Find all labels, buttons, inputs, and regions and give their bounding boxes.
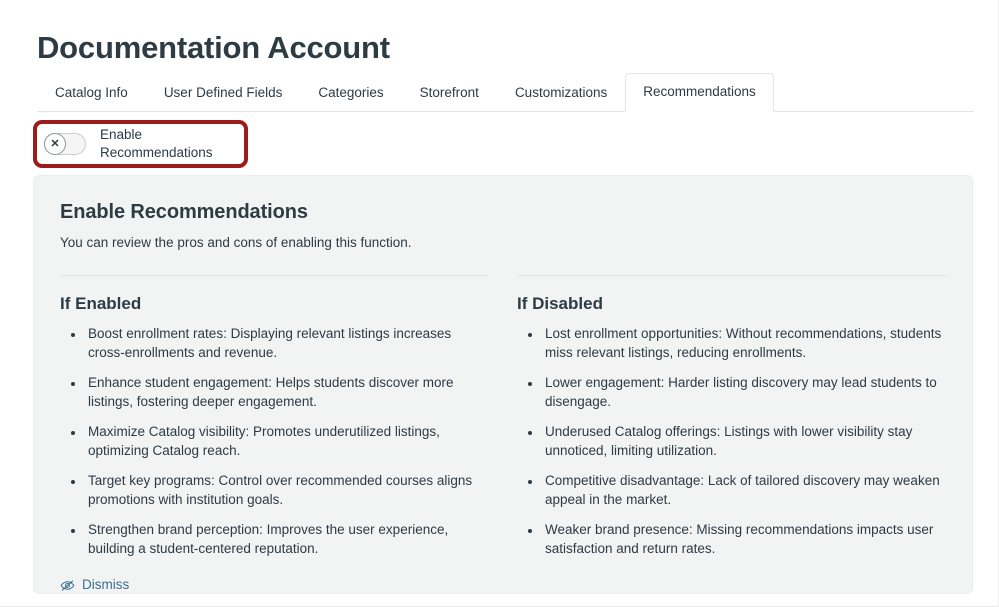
list-item: Underused Catalog offerings: Listings wi… <box>542 422 946 460</box>
toggle-knob-x-icon: ✕ <box>44 133 66 155</box>
page-root: Documentation Account Catalog InfoUser D… <box>0 0 999 607</box>
recommendations-info-card: Enable Recommendations You can review th… <box>33 175 973 594</box>
list-item: Enhance student engagement: Helps studen… <box>85 373 489 411</box>
card-subtitle: You can review the pros and cons of enab… <box>60 234 946 252</box>
tab-bar: Catalog InfoUser Defined FieldsCategorie… <box>37 75 974 112</box>
list-item: Weaker brand presence: Missing recommend… <box>542 520 946 558</box>
if-disabled-list: Lost enrollment opportunities: Without r… <box>517 324 946 558</box>
enable-recommendations-switch[interactable]: ✕ <box>44 133 86 155</box>
list-item: Lost enrollment opportunities: Without r… <box>542 324 946 362</box>
list-item: Target key programs: Control over recomm… <box>85 471 489 509</box>
tab-recommendations[interactable]: Recommendations <box>625 73 774 112</box>
dismiss-link[interactable]: Dismiss <box>60 576 129 594</box>
list-item: Strengthen brand perception: Improves th… <box>85 520 489 558</box>
enable-recommendations-toggle-row[interactable]: ✕ Enable Recommendations <box>37 124 244 164</box>
tab-storefront[interactable]: Storefront <box>402 75 497 112</box>
if-enabled-heading: If Enabled <box>60 293 489 315</box>
tab-catalog-info[interactable]: Catalog Info <box>37 75 146 112</box>
card-title: Enable Recommendations <box>60 199 946 225</box>
list-item: Competitive disadvantage: Lack of tailor… <box>542 471 946 509</box>
if-disabled-column: If Disabled Lost enrollment opportunitie… <box>517 275 946 597</box>
tab-user-defined-fields[interactable]: User Defined Fields <box>146 75 301 112</box>
if-enabled-list: Boost enrollment rates: Displaying relev… <box>60 324 489 558</box>
if-enabled-column: If Enabled Boost enrollment rates: Displ… <box>60 275 489 597</box>
page-title: Documentation Account <box>37 27 390 69</box>
list-item: Maximize Catalog visibility: Promotes un… <box>85 422 489 460</box>
tab-customizations[interactable]: Customizations <box>497 75 625 112</box>
dismiss-label: Dismiss <box>82 576 129 594</box>
enable-recommendations-label: Enable Recommendations <box>100 126 244 162</box>
pros-cons-columns: If Enabled Boost enrollment rates: Displ… <box>60 275 946 597</box>
enable-recommendations-highlight: ✕ Enable Recommendations <box>33 120 248 168</box>
tab-categories[interactable]: Categories <box>300 75 401 112</box>
list-item: Boost enrollment rates: Displaying relev… <box>85 324 489 362</box>
eye-slash-icon <box>60 579 75 592</box>
if-disabled-heading: If Disabled <box>517 293 946 315</box>
list-item: Lower engagement: Harder listing discove… <box>542 373 946 411</box>
